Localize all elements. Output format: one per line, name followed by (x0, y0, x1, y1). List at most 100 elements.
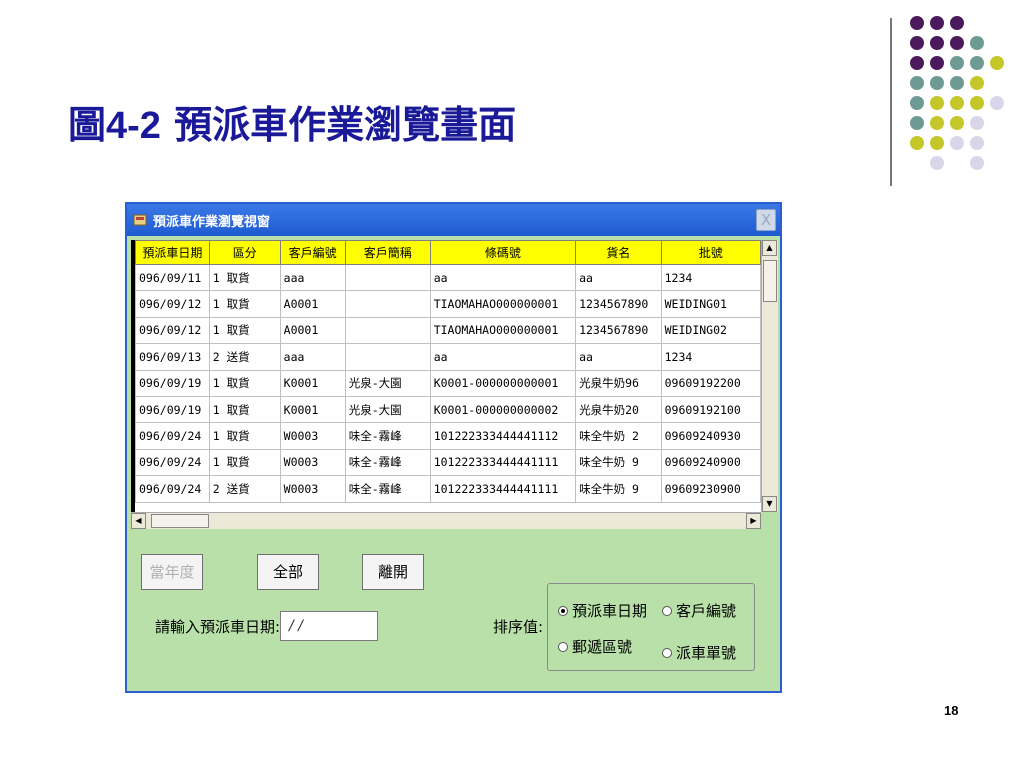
data-grid[interactable]: 預派車日期 區分 客戶編號 客戶簡稱 條碼號 貨名 批號 096/09/11 1 … (131, 240, 761, 512)
table-row[interactable]: 096/09/12 1 取貨 A0001 TIAOMAHAO000000001 1234… (135, 290, 761, 318)
radio-label: 預派車日期 (572, 602, 648, 620)
column-header[interactable]: 貨名 (575, 240, 662, 265)
date-input[interactable]: / / (280, 611, 378, 641)
slide-title: 圖4-2 預派車作業瀏覽畫面 (68, 94, 516, 149)
app-icon (133, 214, 147, 226)
table-row[interactable]: 096/09/24 1 取貨 W0003 味全-霧峰 10122233344444111… (135, 422, 761, 450)
table-cell: 2 送貨 (208, 475, 281, 503)
title-number: 4-2 (106, 105, 161, 147)
page-number: 18 (944, 703, 959, 718)
title-prefix: 圖 (68, 102, 107, 147)
table-cell: K0001-000000000001 (429, 369, 577, 397)
decorative-dot (990, 96, 1004, 110)
scroll-up-arrow-icon[interactable]: ▲ (762, 240, 777, 256)
decorative-dot (930, 56, 944, 70)
table-cell: 光泉-大園 (344, 369, 431, 397)
radio-sort-zip[interactable]: 郵遞區號 (558, 636, 632, 657)
column-header[interactable]: 批號 (660, 240, 761, 265)
column-header[interactable]: 客戶編號 (279, 240, 346, 265)
close-button[interactable]: X (756, 209, 776, 231)
table-row[interactable]: 096/09/12 1 取貨 A0001 TIAOMAHAO000000001 1234… (135, 316, 761, 345)
title-text: 預派車作業瀏覽畫面 (160, 102, 517, 147)
table-cell: 096/09/11 (135, 263, 210, 292)
decorative-dot (910, 36, 924, 50)
decorative-dot (970, 76, 984, 90)
table-cell: 096/09/19 (135, 369, 210, 397)
decorative-dot (910, 116, 924, 130)
table-cell: 味全牛奶 2 (575, 422, 662, 450)
window-title: 預派車作業瀏覽視窗 (153, 214, 271, 230)
table-cell: W0003 (279, 475, 346, 503)
decorative-dot (910, 76, 924, 90)
table-cell: K0001-000000000002 (429, 395, 577, 424)
table-cell: 096/09/12 (135, 316, 210, 345)
table-row[interactable]: 096/09/11 1 取貨 aaa aa aa 1234 (135, 263, 761, 292)
table-row[interactable]: 096/09/19 1 取貨 K0001 光泉-大園 K0001-00000000000… (135, 395, 761, 424)
scroll-left-arrow-icon[interactable]: ◀ (131, 513, 146, 529)
decorative-dot (910, 56, 924, 70)
table-row[interactable]: 096/09/13 2 送貨 aaa aa aa 1234 (135, 343, 761, 371)
all-button[interactable]: 全部 (257, 554, 319, 590)
radio-unselected-icon (558, 641, 568, 652)
table-cell: 光泉牛奶20 (575, 395, 662, 424)
current-year-button[interactable]: 當年度 (141, 554, 203, 590)
table-cell (344, 343, 431, 371)
table-cell: 光泉-大園 (344, 395, 431, 424)
radio-unselected-icon (662, 605, 672, 616)
table-cell: A0001 (279, 290, 346, 318)
table-cell: 101222333444441112 (429, 422, 577, 450)
grid-table: 預派車日期 區分 客戶編號 客戶簡稱 條碼號 貨名 批號 096/09/11 1 … (135, 240, 761, 503)
decorative-dot (950, 76, 964, 90)
decorative-dot (950, 56, 964, 70)
horizontal-scroll-thumb[interactable] (151, 514, 209, 528)
radio-selected-icon (558, 605, 568, 616)
radio-sort-date[interactable]: 預派車日期 (558, 600, 647, 621)
radio-sort-dispatch[interactable]: 派車單號 (662, 642, 736, 663)
table-cell: WEIDING01 (660, 290, 761, 318)
table-row[interactable]: 096/09/19 1 取貨 K0001 光泉-大園 K0001-00000000000… (135, 369, 761, 397)
table-cell: aa (575, 263, 662, 292)
table-cell (344, 316, 431, 345)
grid-body: 096/09/11 1 取貨 aaa aa aa 1234 096/09/12 1 取貨 A00… (135, 263, 761, 503)
decorative-dot (910, 96, 924, 110)
vertical-scrollbar[interactable]: ▲ ▼ (761, 240, 778, 512)
vertical-scroll-thumb[interactable] (763, 260, 777, 302)
decorative-dot (950, 36, 964, 50)
table-cell: W0003 (279, 422, 346, 450)
decorative-dot (930, 136, 944, 150)
table-row[interactable]: 096/09/24 1 取貨 W0003 味全-霧峰 10122233344444111… (135, 448, 761, 477)
column-header[interactable]: 條碼號 (429, 240, 577, 265)
decorative-dot (930, 116, 944, 130)
column-header[interactable]: 客戶簡稱 (344, 240, 431, 265)
table-cell (344, 263, 431, 292)
table-cell: 101222333444441111 (429, 448, 577, 477)
column-header[interactable]: 預派車日期 (135, 240, 210, 265)
table-cell: 1 取貨 (208, 290, 281, 318)
radio-label: 郵遞區號 (572, 638, 633, 656)
table-cell: 味全-霧峰 (344, 475, 431, 503)
horizontal-scrollbar[interactable]: ◀ ▶ (131, 512, 761, 529)
decorative-dot (950, 16, 964, 30)
decorative-dot (930, 76, 944, 90)
table-cell: 09609230900 (660, 475, 761, 503)
scroll-right-arrow-icon[interactable]: ▶ (746, 513, 761, 529)
date-label: 請輸入預派車日期: (155, 618, 281, 636)
decorative-dot (930, 36, 944, 50)
table-cell: 1234567890 (575, 290, 662, 318)
decorative-dot (970, 36, 984, 50)
decorative-dot (930, 16, 944, 30)
column-header[interactable]: 區分 (208, 240, 281, 265)
decorative-dot (970, 116, 984, 130)
table-cell: 味全-霧峰 (344, 448, 431, 477)
window-titlebar[interactable]: 預派車作業瀏覽視窗 X (127, 204, 780, 236)
table-cell: 096/09/24 (135, 448, 210, 477)
table-cell: 1234 (660, 263, 761, 292)
decorative-dot (950, 136, 964, 150)
leave-button[interactable]: 離開 (362, 554, 424, 590)
radio-sort-customer[interactable]: 客戶編號 (662, 600, 736, 621)
table-cell: 09609192200 (660, 369, 761, 397)
radio-label: 派車單號 (676, 644, 737, 662)
scroll-down-arrow-icon[interactable]: ▼ (762, 496, 777, 512)
table-row[interactable]: 096/09/24 2 送貨 W0003 味全-霧峰 10122233344444111… (135, 475, 761, 503)
table-cell: 光泉牛奶96 (575, 369, 662, 397)
